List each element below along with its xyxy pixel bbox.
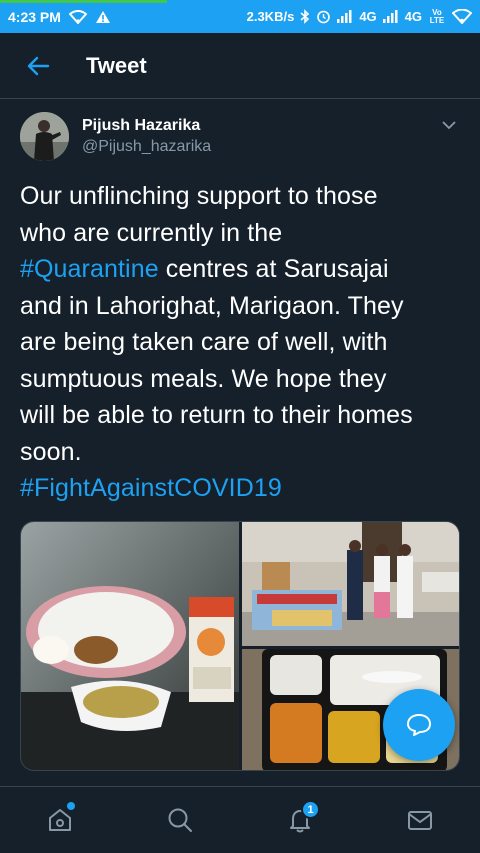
nav-home[interactable] xyxy=(30,790,90,850)
status-bar: 4:23 PM 2.3KB/s 4G 4G Vo LTE xyxy=(0,0,480,33)
tweet-text-line: #FightAgainstCOVID19 xyxy=(20,470,465,507)
media-photo-rice-meal[interactable] xyxy=(21,522,239,770)
warning-icon xyxy=(95,10,111,24)
tweet-text-line: Our unflinching support to those xyxy=(20,182,378,210)
tweet-text-line: who are currently in the xyxy=(20,218,283,247)
hashtag-link[interactable]: #FightAgainstCOVID19 xyxy=(20,474,282,502)
search-icon xyxy=(168,808,192,832)
nav-notifications[interactable]: 1 xyxy=(270,790,330,850)
page-title: Tweet xyxy=(86,52,147,78)
signal-icon xyxy=(337,10,353,23)
tweet-body: Our unflinching support to those who are… xyxy=(20,178,465,507)
tweet-options-button[interactable] xyxy=(438,114,460,136)
back-arrow-icon xyxy=(27,56,50,75)
nav-search[interactable] xyxy=(150,790,210,850)
tweet-text-line: soon. xyxy=(20,437,82,466)
nav-messages[interactable] xyxy=(390,790,450,850)
author-handle[interactable]: @Pijush_hazarika xyxy=(82,138,211,156)
tweet-author[interactable]: Pijush Hazarika @Pijush_hazarika xyxy=(20,110,460,162)
tweet-text-line: and in Lahorighat, Marigaon. They xyxy=(20,291,404,320)
back-button[interactable] xyxy=(0,33,76,99)
signal-icon xyxy=(382,10,399,23)
bluetooth-icon xyxy=(300,9,310,24)
alarm-icon xyxy=(316,9,331,24)
tweet-text-fragment: centres at Sarusajai xyxy=(158,255,389,283)
mail-icon xyxy=(408,811,432,830)
wifi-icon xyxy=(68,9,87,24)
volte-badge: Vo LTE xyxy=(429,7,445,25)
app-header: Tweet xyxy=(0,33,480,99)
bottom-navigation: 1 xyxy=(0,786,480,853)
wifi-icon xyxy=(452,9,472,24)
tweet-text-line: sumptuous meals. We hope they xyxy=(20,364,387,393)
tweet-text-line: are being taken care of well, with xyxy=(20,328,388,356)
status-time: 4:23 PM xyxy=(8,8,61,25)
network-type-2: 4G xyxy=(404,9,422,24)
tweet-text-line: #Quarantine centres at Sarusajai xyxy=(20,251,465,288)
reply-fab-button[interactable] xyxy=(383,689,455,761)
avatar[interactable] xyxy=(20,111,69,161)
network-type-1: 4G xyxy=(359,9,377,24)
new-content-dot xyxy=(67,802,75,810)
chevron-down-icon xyxy=(442,121,456,130)
home-icon xyxy=(49,809,71,831)
loading-progress xyxy=(0,0,167,3)
tweet-text-line: will be able to return to their homes xyxy=(20,401,413,429)
network-speed: 2.3KB/s xyxy=(246,9,295,24)
reply-bubble-icon xyxy=(407,714,431,736)
hashtag-link[interactable]: #Quarantine xyxy=(20,255,159,283)
notification-count-badge: 1 xyxy=(301,800,320,819)
media-photo-relief-supplies[interactable] xyxy=(242,522,459,646)
author-name[interactable]: Pijush Hazarika xyxy=(82,117,211,135)
